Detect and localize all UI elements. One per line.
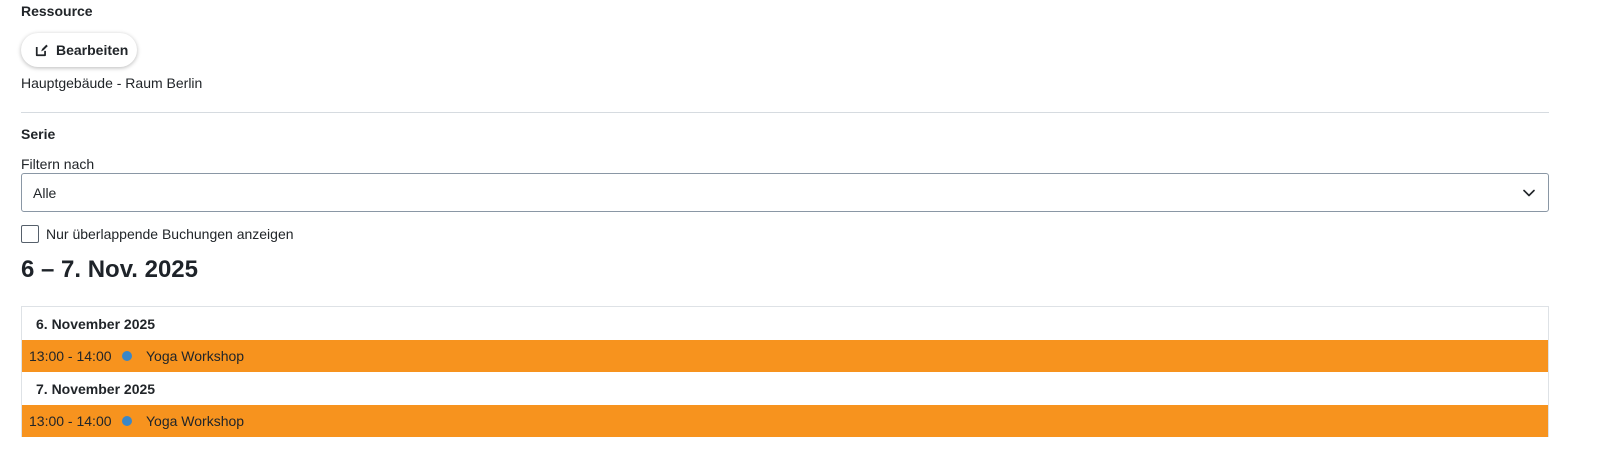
- filter-select[interactable]: Alle: [21, 173, 1549, 212]
- event-time: 13:00 - 14:00: [29, 413, 112, 429]
- resource-section-label: Ressource: [21, 3, 93, 19]
- event-row[interactable]: 13:00 - 14:00 Yoga Workshop: [22, 340, 1548, 372]
- filter-label: Filtern nach: [21, 156, 95, 172]
- event-title: Yoga Workshop: [146, 413, 245, 429]
- filter-select-value: Alle: [33, 184, 57, 201]
- edit-button-label: Bearbeiten: [56, 42, 129, 58]
- resource-value: Hauptgebäude - Raum Berlin: [21, 75, 203, 91]
- day-header: 6. November 2025: [22, 307, 1548, 340]
- overlap-checkbox-label[interactable]: Nur überlappende Buchungen anzeigen: [46, 226, 294, 242]
- event-dot-icon: [122, 351, 132, 361]
- event-row[interactable]: 13:00 - 14:00 Yoga Workshop: [22, 405, 1548, 437]
- edit-button[interactable]: Bearbeiten: [21, 33, 137, 67]
- event-dot-icon: [122, 416, 132, 426]
- date-range-title: 6 – 7. Nov. 2025: [21, 256, 198, 283]
- event-title: Yoga Workshop: [146, 348, 245, 364]
- edit-icon: [35, 43, 49, 57]
- chevron-down-icon: [1522, 186, 1536, 200]
- booking-detail-page: Ressource Bearbeiten Hauptgebäude - Raum…: [0, 0, 1604, 454]
- overlap-checkbox[interactable]: [21, 225, 39, 243]
- event-list: 6. November 2025 13:00 - 14:00 Yoga Work…: [21, 306, 1549, 437]
- series-section-label: Serie: [21, 126, 56, 142]
- day-header: 7. November 2025: [22, 372, 1548, 405]
- section-divider: [21, 112, 1549, 113]
- event-time: 13:00 - 14:00: [29, 348, 112, 364]
- overlap-filter-row: Nur überlappende Buchungen anzeigen: [21, 225, 294, 243]
